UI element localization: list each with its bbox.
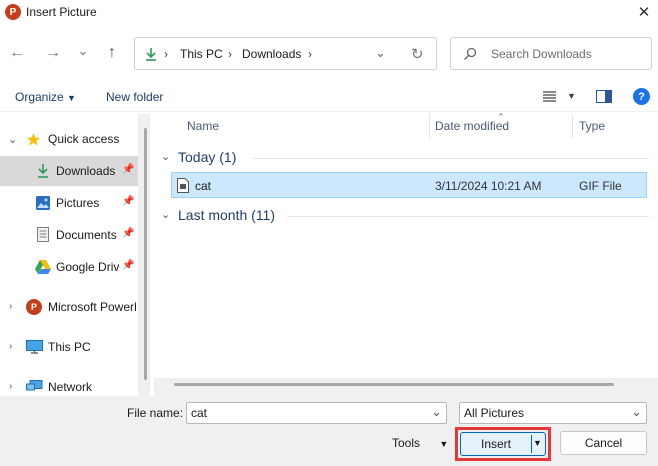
insert-button[interactable]: Insert ▼	[460, 432, 546, 456]
breadcrumb-separator: ›	[228, 47, 232, 61]
search-placeholder: Search Downloads	[491, 47, 592, 61]
refresh-icon[interactable]: ↻	[411, 45, 424, 63]
group-label: Last month (11)	[178, 207, 276, 223]
sidebar-item-pictures[interactable]: Pictures 📌	[0, 188, 138, 218]
file-date-modified: 3/11/2024 10:21 AM	[435, 179, 542, 193]
breadcrumb-separator: ›	[164, 47, 168, 61]
breadcrumb-separator: ›	[308, 47, 312, 61]
window-title: Insert Picture	[26, 5, 97, 19]
star-icon	[26, 132, 41, 146]
up-button[interactable]: ↑	[101, 42, 123, 64]
sidebar-item-label: Network	[48, 380, 93, 394]
chevron-right-icon[interactable]: ›	[9, 341, 12, 352]
pin-icon: 📌	[122, 260, 135, 271]
insert-dropdown-icon[interactable]: ▼	[533, 438, 542, 448]
file-type: GIF File	[579, 179, 622, 193]
breadcrumb-this-pc[interactable]: This PC	[180, 47, 223, 61]
pin-icon: 📌	[122, 196, 135, 207]
cancel-button[interactable]: Cancel	[560, 431, 647, 455]
column-divider[interactable]	[429, 114, 430, 138]
file-list-horizontal-scrollbar[interactable]	[154, 378, 658, 396]
sidebar-item-label: This PC	[48, 340, 91, 354]
insert-button-label[interactable]: Insert	[461, 433, 531, 455]
preview-pane-icon[interactable]	[596, 90, 612, 103]
chevron-down-icon[interactable]: ⌄	[431, 404, 442, 420]
navigation-pane: ⌄ Quick access Downloads 📌 Pictures 📌 Do…	[0, 114, 150, 396]
chevron-down-icon[interactable]: ⌄	[8, 133, 17, 146]
tools-dropdown-icon: ▼	[439, 439, 449, 449]
address-bar[interactable]: › This PC › Downloads › ⌄ ↻	[134, 37, 437, 70]
sidebar-item-network[interactable]: › Network	[0, 372, 138, 396]
file-name-field[interactable]: cat ⌄	[186, 402, 447, 424]
search-icon	[464, 47, 477, 60]
chevron-down-icon[interactable]: ⌄	[161, 150, 170, 163]
help-icon[interactable]: ?	[633, 88, 650, 105]
file-name: cat	[195, 179, 212, 193]
chevron-right-icon[interactable]: ›	[9, 381, 12, 392]
chevron-right-icon[interactable]: ›	[9, 301, 12, 312]
back-button[interactable]: ←	[6, 42, 28, 64]
pin-icon: 📌	[122, 164, 135, 175]
network-icon	[26, 380, 43, 391]
address-dropdown-icon[interactable]: ⌄	[375, 45, 386, 61]
sidebar-item-label: Microsoft PowerPoint	[48, 300, 136, 314]
gif-file-icon	[177, 178, 189, 193]
pictures-icon	[36, 196, 50, 210]
file-type-filter[interactable]: All Pictures ⌄	[459, 402, 647, 424]
sidebar-item-microsoft-powerpoint[interactable]: › P Microsoft PowerPoint	[0, 292, 138, 322]
split-divider	[531, 435, 532, 453]
column-divider[interactable]	[572, 114, 573, 138]
download-arrow-icon	[38, 164, 48, 178]
google-drive-icon	[35, 260, 51, 274]
powerpoint-icon: P	[26, 299, 42, 315]
tools-button[interactable]: Tools ▼	[392, 436, 448, 450]
group-divider	[287, 216, 649, 217]
view-dropdown-icon[interactable]: ▼	[567, 91, 576, 101]
chevron-down-icon[interactable]: ⌄	[161, 208, 170, 221]
sidebar-item-this-pc[interactable]: › This PC	[0, 332, 138, 362]
organize-button[interactable]: Organize ▼	[15, 90, 76, 104]
file-name-label: File name:	[127, 406, 184, 420]
table-row[interactable]: cat 3/11/2024 10:21 AM GIF File	[171, 172, 647, 198]
toolbar: Organize ▼ New folder ▼ ?	[0, 82, 658, 112]
forward-button[interactable]: →	[42, 42, 64, 64]
pin-icon: 📌	[122, 228, 135, 239]
horizontal-scrollbar-thumb[interactable]	[174, 383, 614, 386]
sidebar-item-documents[interactable]: Documents 📌	[0, 220, 138, 250]
file-type-filter-value: All Pictures	[464, 406, 525, 420]
group-header-last-month[interactable]: ⌄ Last month (11)	[161, 207, 651, 225]
sidebar-scrollbar-thumb[interactable]	[144, 128, 147, 380]
column-header-date-modified[interactable]: Date modified	[435, 119, 509, 133]
search-box[interactable]: Search Downloads	[450, 37, 652, 70]
group-divider	[253, 158, 649, 159]
powerpoint-app-icon: P	[5, 4, 21, 20]
title-bar: P Insert Picture ✕	[0, 0, 658, 26]
breadcrumb-downloads[interactable]: Downloads	[242, 47, 301, 61]
recent-locations-button[interactable]: ⌄	[72, 40, 94, 62]
sidebar-item-label: Google Drive	[56, 260, 120, 274]
group-header-today[interactable]: ⌄ Today (1)	[161, 149, 651, 167]
sidebar-item-quick-access[interactable]: ⌄ Quick access	[0, 124, 138, 154]
sidebar-item-label: Pictures	[56, 196, 100, 210]
documents-icon	[37, 227, 49, 242]
sidebar-item-label: Quick access	[48, 132, 120, 146]
new-folder-button[interactable]: New folder	[106, 90, 163, 104]
view-list-icon[interactable]	[543, 91, 556, 102]
column-header-name[interactable]: Name	[187, 119, 219, 133]
sidebar-item-downloads[interactable]: Downloads 📌	[0, 156, 138, 186]
close-button[interactable]: ✕	[634, 2, 654, 22]
sidebar-scrollbar[interactable]	[138, 114, 150, 396]
sidebar-item-google-drive[interactable]: Google Drive 📌	[0, 252, 138, 282]
file-name-value: cat	[191, 406, 208, 420]
monitor-icon	[26, 340, 43, 354]
sidebar-item-label: Documents	[56, 228, 117, 242]
group-label: Today (1)	[178, 149, 237, 165]
download-arrow-icon	[146, 48, 156, 61]
column-header-type[interactable]: Type	[579, 119, 605, 133]
sidebar-item-label: Downloads	[56, 164, 116, 178]
chevron-down-icon[interactable]: ⌄	[631, 404, 642, 420]
